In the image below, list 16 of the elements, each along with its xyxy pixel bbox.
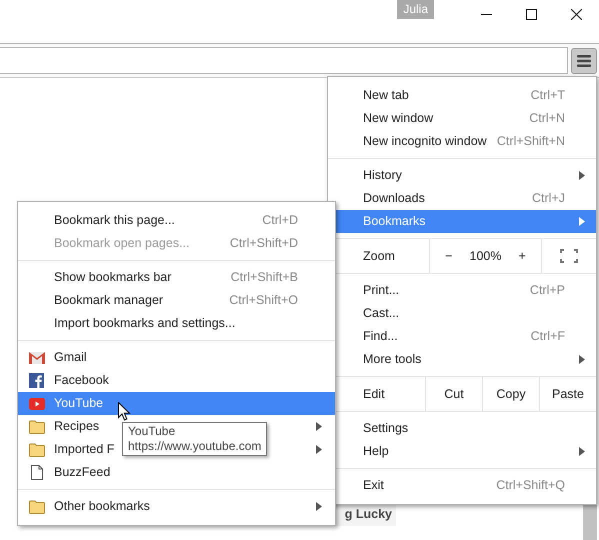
shortcut-text: Ctrl+J: [532, 190, 565, 208]
zoom-label: Zoom: [362, 248, 396, 265]
shortcut-text: Ctrl+F: [530, 328, 565, 346]
shortcut-text: Ctrl+D: [262, 212, 298, 230]
shortcut-text: Ctrl+Shift+D: [230, 235, 298, 252]
tooltip-title: YouTube: [128, 424, 176, 439]
shortcut-text: Ctrl+T: [530, 87, 565, 104]
shortcut-text: Ctrl+P: [530, 282, 565, 300]
shortcut-text: Ctrl+N: [529, 110, 565, 128]
shortcut-text: Ctrl+Shift+Q: [496, 477, 565, 494]
tooltip-url: https://www.youtube.com: [128, 439, 262, 454]
shortcut-text: Ctrl+Shift+N: [496, 133, 565, 150]
edit-label: Edit: [362, 386, 386, 403]
shortcut-text: Ctrl+Shift+B: [230, 269, 298, 286]
zoom-level: 100%: [468, 248, 502, 265]
shortcut-text: Ctrl+Shift+O: [229, 292, 298, 310]
